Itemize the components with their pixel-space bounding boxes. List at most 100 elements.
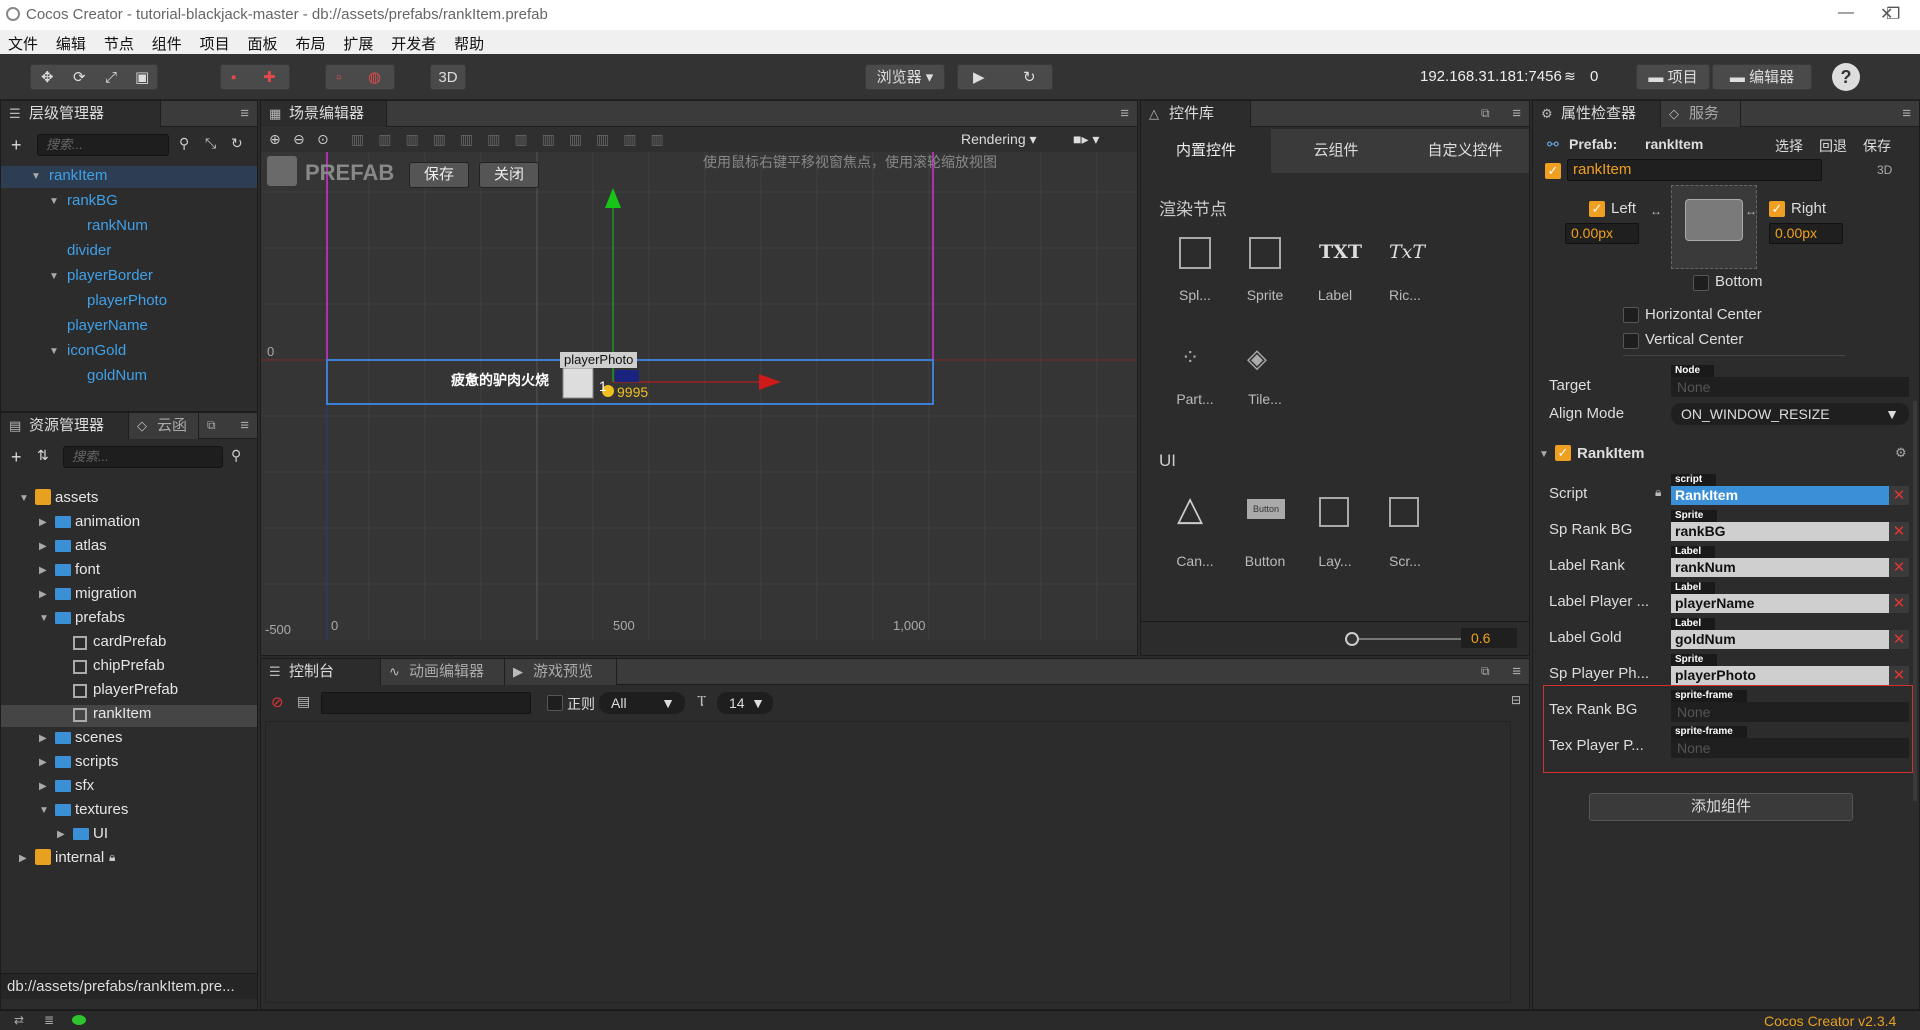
browser-select[interactable]: 浏览器 ▾: [865, 64, 945, 90]
center-icon[interactable]: ✚: [263, 65, 276, 91]
clear-script-icon[interactable]: ✕: [1889, 486, 1909, 505]
menu-node[interactable]: 节点: [104, 30, 134, 54]
collapse-arrow-icon[interactable]: ▶: [39, 541, 47, 552]
menu-edit[interactable]: 编辑: [56, 30, 86, 54]
tex-rank-bg-field[interactable]: None: [1671, 702, 1909, 722]
gold-number-text[interactable]: 9995: [617, 384, 648, 400]
pivot-icon[interactable]: ▪: [231, 65, 236, 91]
vertical-center-checkbox[interactable]: [1623, 333, 1639, 349]
clear-field-icon[interactable]: ✕: [1889, 666, 1909, 685]
asset-sfx[interactable]: sfx: [75, 777, 94, 794]
regex-checkbox[interactable]: [547, 695, 563, 711]
align-tools-icon[interactable]: ▥▥▥▥▥▥▥▥▥▥▥▥: [351, 131, 678, 148]
inspector-scrollbar[interactable]: [1913, 401, 1917, 801]
node-playerborder[interactable]: playerBorder: [67, 267, 153, 284]
scene-viewport[interactable]: PREFAB 保存 关闭 使用鼠标右键平移视窗焦点，使用滚轮缩放视图 0 -50…: [261, 152, 1137, 640]
tilemap-icon[interactable]: ◈: [1247, 343, 1267, 374]
tab-animation-editor[interactable]: ∿ 动画编辑器: [381, 659, 505, 685]
label-rank-field[interactable]: rankNum: [1671, 558, 1889, 577]
collapse-arrow-icon[interactable]: ▶: [57, 829, 65, 840]
node-icongold[interactable]: iconGold: [67, 342, 126, 359]
panel-menu-icon[interactable]: ≡: [1512, 663, 1521, 680]
asset-cardprefab[interactable]: cardPrefab: [93, 633, 166, 650]
expand-arrow-icon[interactable]: ▼: [19, 493, 29, 504]
search-icon[interactable]: ⚲: [231, 447, 241, 464]
tex-player-photo-field[interactable]: None: [1671, 738, 1909, 758]
popout-icon[interactable]: ⧉: [207, 418, 216, 433]
tab-cloud-components[interactable]: 云组件: [1271, 129, 1401, 173]
collapse-console-icon[interactable]: ⊟: [1511, 693, 1521, 707]
left-offset-input[interactable]: 0.00px: [1565, 223, 1639, 244]
node-ranknum[interactable]: rankNum: [87, 217, 148, 234]
collapse-arrow-icon[interactable]: ▶: [39, 565, 47, 576]
panel-menu-icon[interactable]: ≡: [1512, 105, 1521, 122]
sp-rank-bg-field[interactable]: rankBG: [1671, 522, 1889, 541]
database-status-icon[interactable]: ≣: [44, 1013, 54, 1027]
asset-rankitem[interactable]: rankItem: [93, 705, 151, 722]
popout-icon[interactable]: ⧉: [1481, 106, 1490, 121]
button-icon[interactable]: Button: [1247, 499, 1285, 519]
asset-playerprefab[interactable]: playerPrefab: [93, 681, 178, 698]
collapse-arrow-icon[interactable]: ▶: [39, 781, 47, 792]
layout-icon[interactable]: [1319, 497, 1349, 527]
script-field[interactable]: RankItem: [1671, 486, 1889, 505]
expand-arrow-icon[interactable]: ▼: [49, 271, 59, 282]
collapse-arrow-icon[interactable]: ▶: [39, 757, 47, 768]
play-icon[interactable]: ▶: [973, 65, 985, 91]
label-player-field[interactable]: playerName: [1671, 594, 1889, 613]
prefab-select-button[interactable]: 选择: [1775, 136, 1803, 156]
tab-game-preview[interactable]: ▶ 游戏预览: [505, 659, 617, 685]
asset-atlas[interactable]: atlas: [75, 537, 107, 554]
expand-arrow-icon[interactable]: ▼: [31, 171, 41, 182]
collapse-arrow-icon[interactable]: ▶: [39, 589, 47, 600]
tab-control-library[interactable]: △ 控件库: [1141, 101, 1251, 127]
component-settings-icon[interactable]: ⚙: [1895, 445, 1907, 461]
3d-node-toggle[interactable]: 3D: [1877, 163, 1892, 177]
tab-console[interactable]: ☰ 控制台: [261, 659, 381, 685]
tab-builtin-controls[interactable]: 内置控件: [1141, 129, 1271, 173]
log-file-icon[interactable]: ▤: [297, 693, 310, 710]
move-tool-icon[interactable]: ✥: [41, 65, 54, 91]
node-active-checkbox[interactable]: ✓: [1545, 163, 1561, 179]
expand-arrow-icon[interactable]: ▼: [49, 346, 59, 357]
menu-project[interactable]: 项目: [200, 30, 230, 54]
tab-inspector[interactable]: ⚙ 属性检查器: [1533, 101, 1661, 127]
node-name-input[interactable]: rankItem: [1567, 159, 1822, 181]
asset-ui[interactable]: UI: [93, 825, 108, 842]
asset-migration[interactable]: migration: [75, 585, 137, 602]
help-button[interactable]: ?: [1832, 63, 1860, 91]
panel-menu-icon[interactable]: ≡: [240, 417, 249, 434]
minimize-button[interactable]: —: [1838, 4, 1854, 22]
panel-menu-icon[interactable]: ≡: [240, 105, 249, 122]
horizontal-center-checkbox[interactable]: [1623, 307, 1639, 323]
canvas-icon[interactable]: △: [1177, 489, 1203, 529]
sprite-icon[interactable]: [1249, 237, 1281, 269]
zoom-value-field[interactable]: 0.6: [1461, 628, 1517, 648]
add-node-icon[interactable]: +: [11, 135, 22, 156]
clear-field-icon[interactable]: ✕: [1889, 558, 1909, 577]
component-enabled-checkbox[interactable]: ✓: [1555, 445, 1571, 461]
popout-icon[interactable]: ⧉: [1481, 664, 1490, 679]
scrollview-icon[interactable]: [1389, 497, 1419, 527]
node-playername[interactable]: playerName: [67, 317, 148, 334]
console-filter-input[interactable]: [321, 692, 531, 714]
prefab-apply-button[interactable]: 保存: [1863, 136, 1891, 156]
global-coord-icon[interactable]: ◍: [368, 65, 381, 91]
menu-extension[interactable]: 扩展: [343, 30, 373, 54]
font-size-select[interactable]: 14 ▼: [717, 692, 773, 714]
project-button[interactable]: ▬ 项目: [1636, 64, 1710, 90]
player-name-text[interactable]: 疲惫的驴肉火烧: [451, 370, 549, 390]
asset-textures[interactable]: textures: [75, 801, 128, 818]
node-playerphoto[interactable]: playerPhoto: [87, 292, 167, 309]
expand-arrow-icon[interactable]: ▼: [49, 196, 59, 207]
log-level-select[interactable]: All ▼: [599, 692, 685, 714]
menu-component[interactable]: 组件: [152, 30, 182, 54]
console-output[interactable]: [265, 721, 1511, 1003]
clear-field-icon[interactable]: ✕: [1889, 630, 1909, 649]
node-divider[interactable]: divider: [67, 242, 111, 259]
prefab-revert-button[interactable]: 回退: [1819, 136, 1847, 156]
zoom-slider-handle[interactable]: [1345, 632, 1359, 646]
tab-services[interactable]: ◇ 服务: [1661, 101, 1741, 127]
sort-icon[interactable]: ⇅: [37, 447, 49, 464]
rotate-tool-icon[interactable]: ⟳: [73, 65, 86, 91]
